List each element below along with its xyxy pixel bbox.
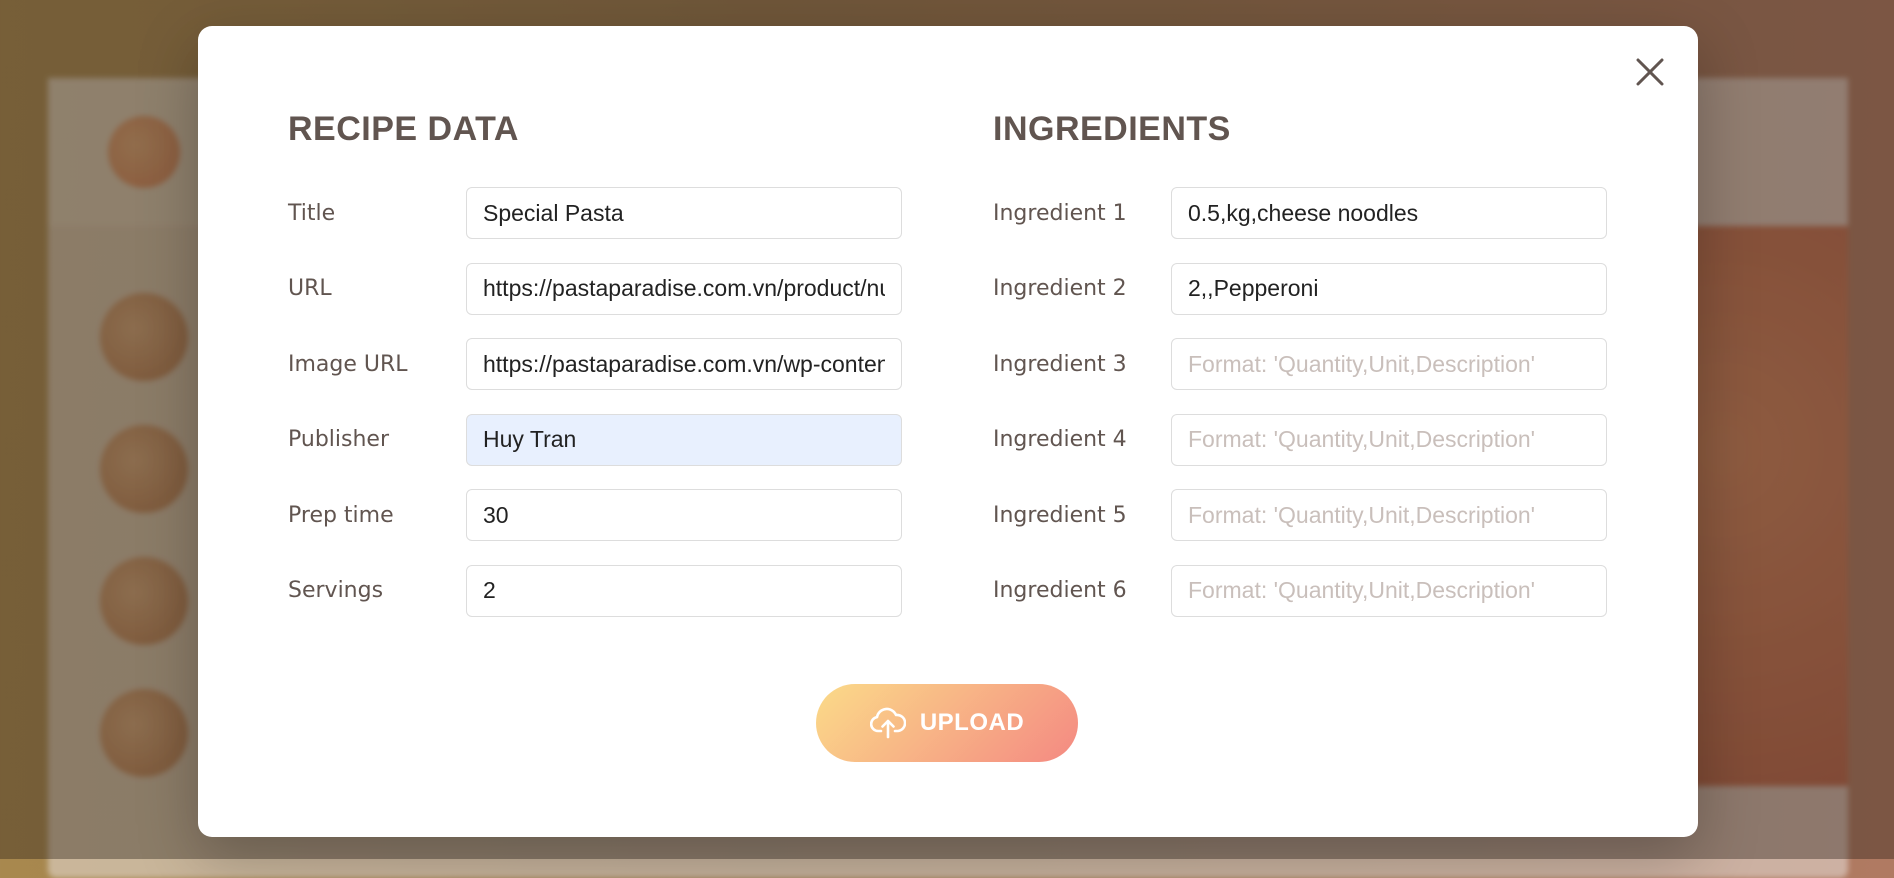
url-row: URL	[288, 262, 908, 316]
ingredient-6-input[interactable]	[1171, 564, 1607, 617]
image-url-input[interactable]	[466, 338, 902, 390]
ingredient-3-input[interactable]	[1171, 338, 1607, 390]
ingredient-1-label: Ingredient 1	[993, 200, 1127, 226]
ingredient-5-label: Ingredient 5	[993, 502, 1127, 528]
servings-input[interactable]	[466, 564, 902, 617]
ingredient-6-label: Ingredient 6	[993, 578, 1127, 603]
title-row: Title	[288, 186, 908, 240]
ingredient-row: Ingredient 3	[993, 337, 1613, 391]
prep-time-input[interactable]	[466, 489, 902, 541]
ingredients-section: INGREDIENTS Ingredient 1 Ingredient 2 In…	[993, 106, 1613, 639]
recipe-data-heading: RECIPE DATA	[288, 110, 519, 148]
ingredient-1-input[interactable]	[1171, 187, 1607, 239]
ingredient-3-label: Ingredient 3	[993, 351, 1127, 377]
cloud-upload-icon	[869, 707, 906, 739]
title-input[interactable]	[466, 187, 902, 239]
prep-time-label: Prep time	[288, 502, 394, 528]
close-button[interactable]	[1628, 50, 1672, 94]
url-label: URL	[288, 276, 332, 301]
ingredient-5-input[interactable]	[1171, 489, 1607, 541]
upload-button-label: UPLOAD	[919, 709, 1025, 736]
publisher-input[interactable]	[466, 413, 902, 466]
image-url-label: Image URL	[288, 351, 408, 377]
ingredient-row: Ingredient 6	[993, 564, 1613, 618]
image-url-row: Image URL	[288, 337, 908, 391]
add-recipe-modal: RECIPE DATA Title URL Image URL Publishe…	[198, 26, 1698, 837]
upload-button[interactable]: UPLOAD	[816, 684, 1078, 762]
ingredient-2-input[interactable]	[1171, 262, 1607, 315]
ingredient-4-label: Ingredient 4	[993, 427, 1127, 452]
ingredient-row: Ingredient 2	[993, 262, 1613, 316]
title-label: Title	[288, 200, 336, 226]
prep-time-row: Prep time	[288, 488, 908, 542]
ingredient-row: Ingredient 1	[993, 186, 1613, 240]
ingredient-row: Ingredient 5	[993, 488, 1613, 542]
recipe-data-section: RECIPE DATA Title URL Image URL Publishe…	[288, 106, 908, 639]
publisher-row: Publisher	[288, 413, 908, 467]
ingredients-heading: INGREDIENTS	[993, 110, 1231, 148]
ingredient-row: Ingredient 4	[993, 413, 1613, 467]
url-input[interactable]	[466, 262, 902, 315]
servings-label: Servings	[288, 578, 384, 603]
ingredient-2-label: Ingredient 2	[993, 276, 1127, 301]
close-icon	[1636, 58, 1664, 86]
ingredient-4-input[interactable]	[1171, 413, 1607, 466]
servings-row: Servings	[288, 564, 908, 618]
publisher-label: Publisher	[288, 427, 389, 452]
